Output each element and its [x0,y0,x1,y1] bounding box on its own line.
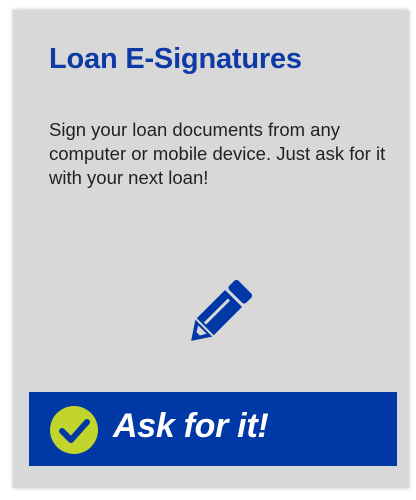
ask-for-it-label: Ask for it! [113,407,269,445]
page: Loan E-Signatures Sign your loan documen… [0,0,416,500]
card-description: Sign your loan documents from any comput… [49,119,386,188]
loan-esignatures-card: Loan E-Signatures Sign your loan documen… [13,10,409,488]
ask-for-it-button[interactable]: Ask for it! [29,392,397,466]
check-circle-icon [50,406,98,454]
pencil-icon [191,279,253,341]
card-title: Loan E-Signatures [49,43,302,75]
